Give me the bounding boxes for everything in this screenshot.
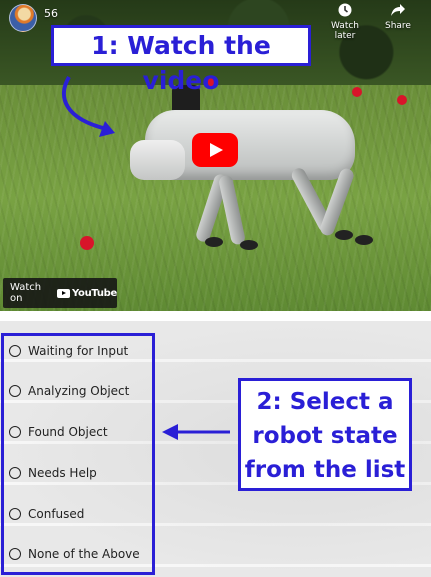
flower <box>80 236 94 250</box>
option-label: Waiting for Input <box>28 344 129 358</box>
youtube-wordmark: YouTube <box>72 287 117 299</box>
channel-avatar[interactable] <box>9 4 37 32</box>
option-analyzing-object[interactable]: Analyzing Object <box>9 384 129 398</box>
video-title[interactable]: 56 <box>44 7 58 20</box>
option-confused[interactable]: Confused <box>9 507 84 521</box>
robot-state-options: Waiting for Input Analyzing Object Found… <box>1 333 155 575</box>
watch-on-label: Watch on <box>10 282 42 304</box>
radio-button[interactable] <box>9 508 21 520</box>
option-found-object[interactable]: Found Object <box>9 425 108 439</box>
radio-button[interactable] <box>9 345 21 357</box>
option-none-of-the-above[interactable]: None of the Above <box>9 547 140 561</box>
option-label: Confused <box>28 507 85 521</box>
option-label: Needs Help <box>28 466 97 480</box>
watch-on-youtube-button[interactable]: Watch on YouTube <box>3 278 117 308</box>
option-label: Found Object <box>28 425 108 439</box>
radio-button[interactable] <box>9 548 21 560</box>
share-label: Share <box>385 21 411 31</box>
share-icon <box>391 4 405 16</box>
flower <box>397 95 407 105</box>
share-button[interactable]: Share <box>373 0 423 31</box>
youtube-logo: YouTube <box>57 288 117 299</box>
radio-button[interactable] <box>9 467 21 479</box>
robot-dog-image <box>130 85 373 255</box>
step2-line: from the list <box>244 457 406 483</box>
step2-callout: 2: Select a robot state from the list <box>238 378 412 491</box>
radio-button[interactable] <box>9 385 21 397</box>
radio-button[interactable] <box>9 426 21 438</box>
clock-icon <box>338 3 352 17</box>
play-button[interactable] <box>192 133 238 167</box>
option-label: Analyzing Object <box>28 384 130 398</box>
watch-later-label: Watch later <box>330 21 360 41</box>
option-needs-help[interactable]: Needs Help <box>9 466 97 480</box>
watch-later-button[interactable]: Watch later <box>320 0 370 41</box>
step2-line: robot state <box>252 423 398 449</box>
left-arrow-icon <box>162 424 230 440</box>
step1-callout: 1: Watch the video <box>51 25 311 95</box>
option-waiting-for-input[interactable]: Waiting for Input <box>9 344 128 358</box>
step2-line: 2: Select a <box>256 389 394 415</box>
curved-arrow-icon <box>61 75 115 137</box>
option-label: None of the Above <box>28 547 140 561</box>
youtube-play-icon <box>57 288 70 298</box>
